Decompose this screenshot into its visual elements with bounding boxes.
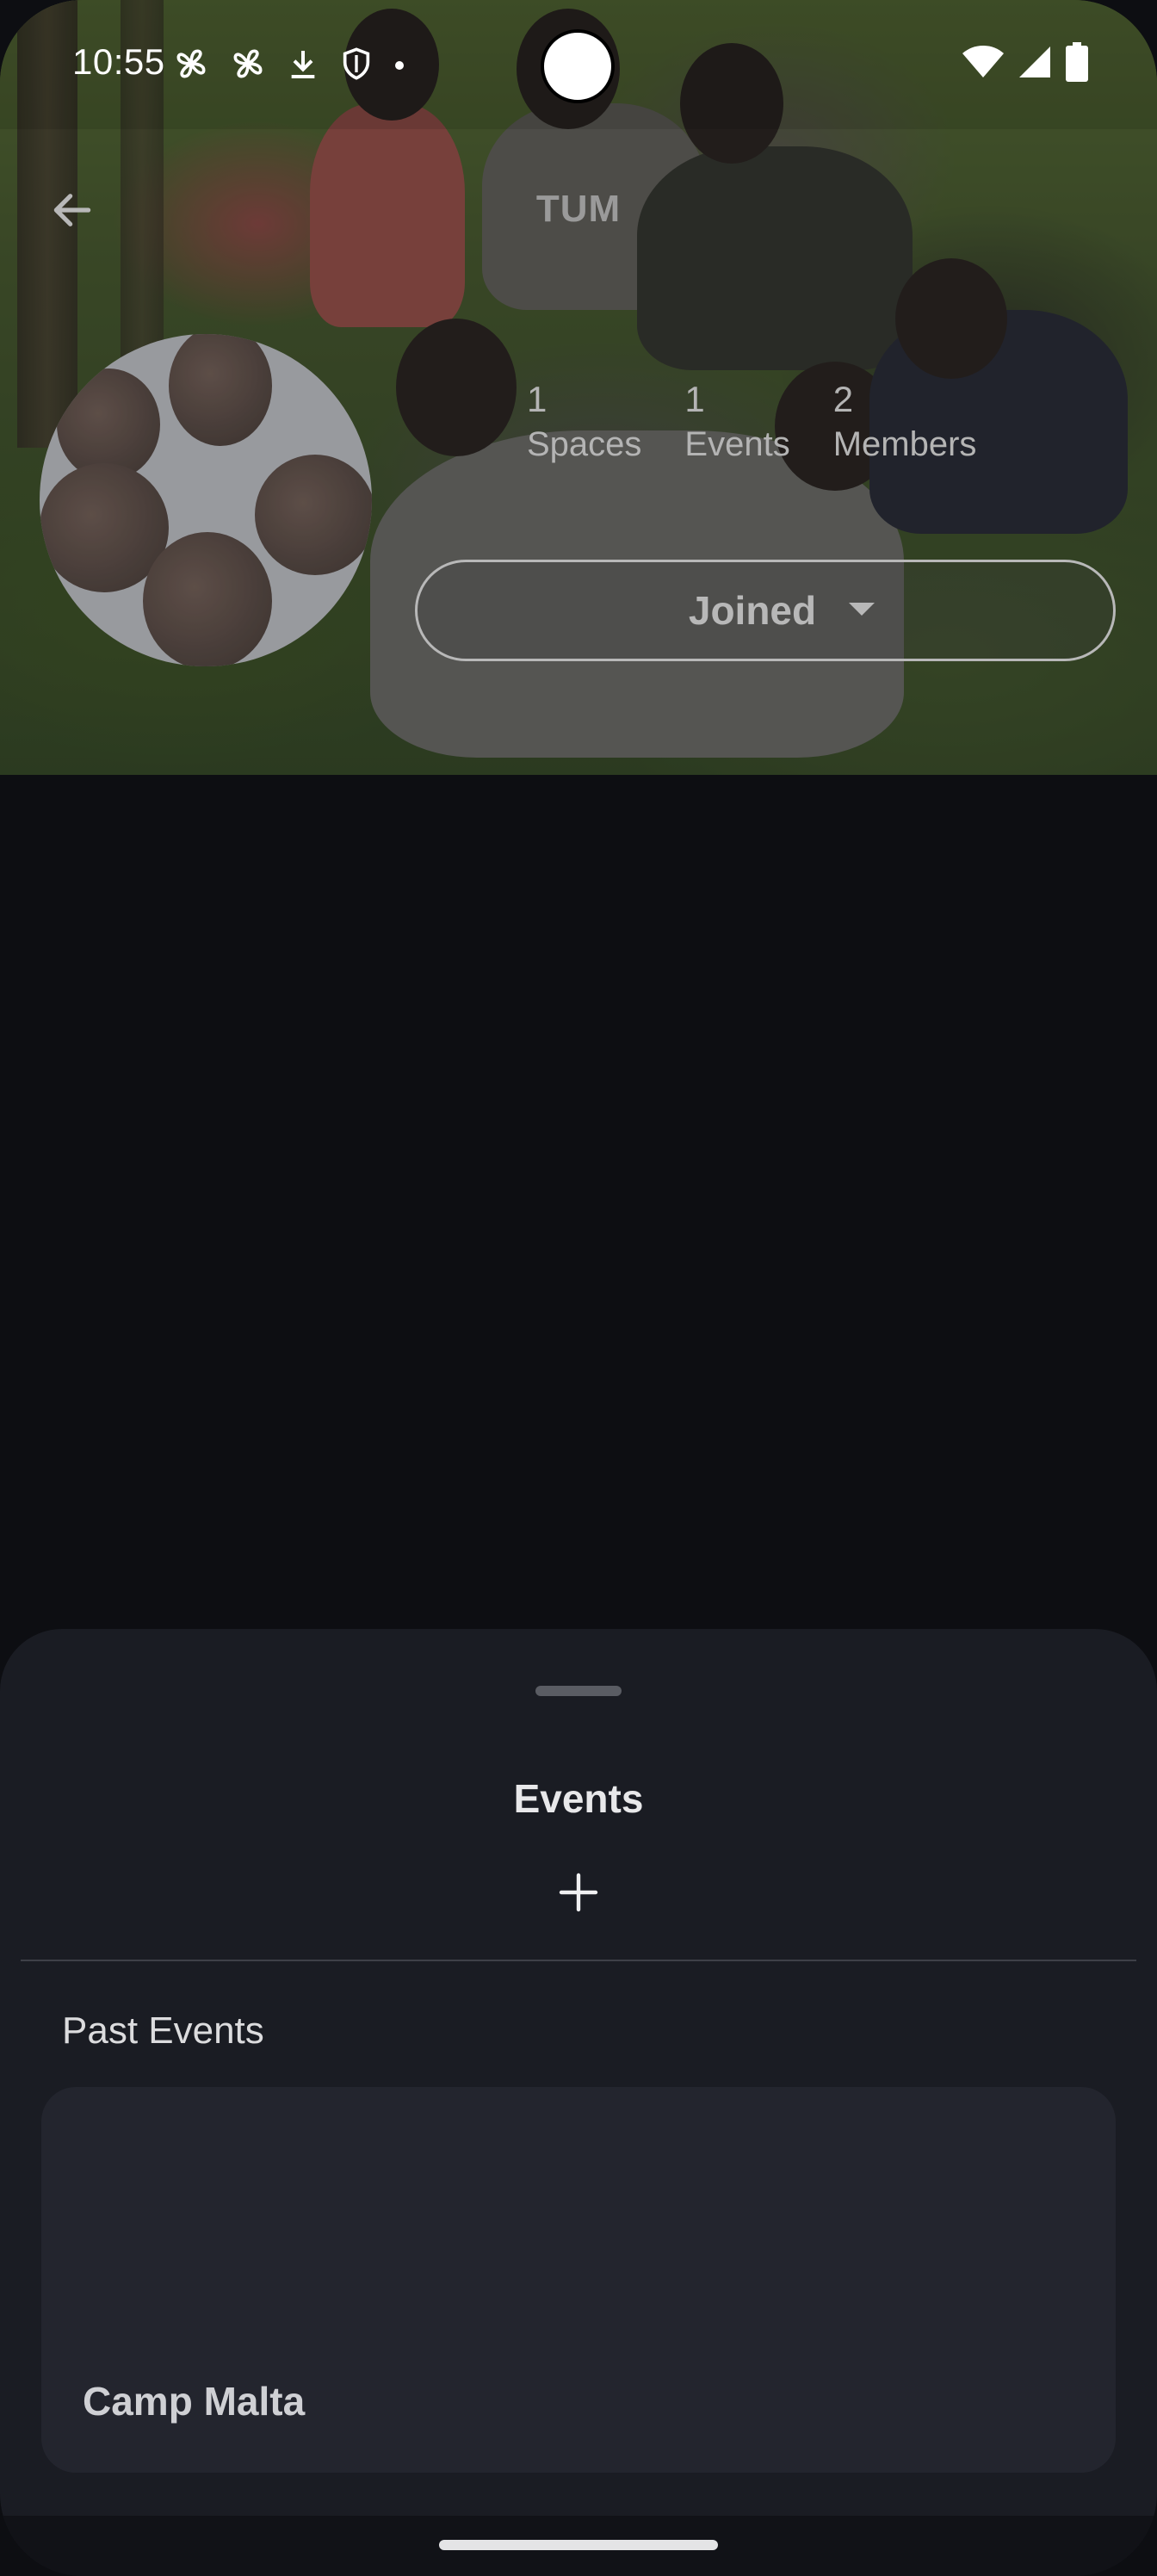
stat-label: Events (684, 425, 790, 463)
divider (21, 1960, 1136, 1961)
system-icons (962, 41, 1088, 86)
status-time: 10:55 (72, 41, 165, 82)
joined-button[interactable]: Joined (415, 560, 1116, 661)
event-card[interactable]: Camp Malta (41, 2087, 1116, 2473)
page-title: TUM (535, 188, 622, 230)
plus-icon (558, 1872, 599, 1917)
stat-label: Members (832, 425, 977, 463)
status-bar: 10:55 (0, 0, 1157, 129)
home-indicator[interactable] (439, 2540, 718, 2550)
pinwheel-icon (229, 45, 267, 83)
event-name: Camp Malta (83, 2379, 306, 2424)
sheet-title: Events (513, 1776, 644, 1821)
space-stats: 1 Spaces 1 Events 2 Members (527, 377, 976, 467)
wifi-icon (962, 43, 1004, 85)
section-label-past-events: Past Events (62, 2009, 264, 2052)
stat-count: 2 (832, 379, 854, 419)
space-avatar[interactable] (40, 334, 372, 666)
pinwheel-icon (172, 45, 210, 83)
stat-spaces[interactable]: 1 Spaces (527, 377, 641, 467)
notification-icons (172, 43, 406, 84)
avatar-dim-overlay (40, 334, 372, 666)
stat-label: Spaces (527, 425, 642, 463)
camera-cutout (541, 29, 615, 103)
battery-icon (1066, 41, 1088, 86)
download-icon (286, 45, 320, 83)
joined-label: Joined (688, 588, 817, 633)
caret-down-icon (847, 599, 876, 622)
events-bottom-sheet: Events Past Events Camp Malta (0, 1629, 1157, 2576)
add-event-button[interactable] (544, 1860, 613, 1929)
screen: 10:55 TUM 1 Spaces 1 Events 2 Members Jo… (0, 0, 1157, 2576)
drag-handle[interactable] (535, 1686, 622, 1696)
signal-icon (1016, 43, 1054, 85)
dot-icon (393, 45, 406, 83)
stat-count: 1 (527, 379, 548, 419)
stat-events[interactable]: 1 Events (684, 377, 789, 467)
stat-count: 1 (684, 379, 705, 419)
stat-members[interactable]: 2 Members (833, 377, 977, 467)
shield-icon (339, 45, 374, 83)
